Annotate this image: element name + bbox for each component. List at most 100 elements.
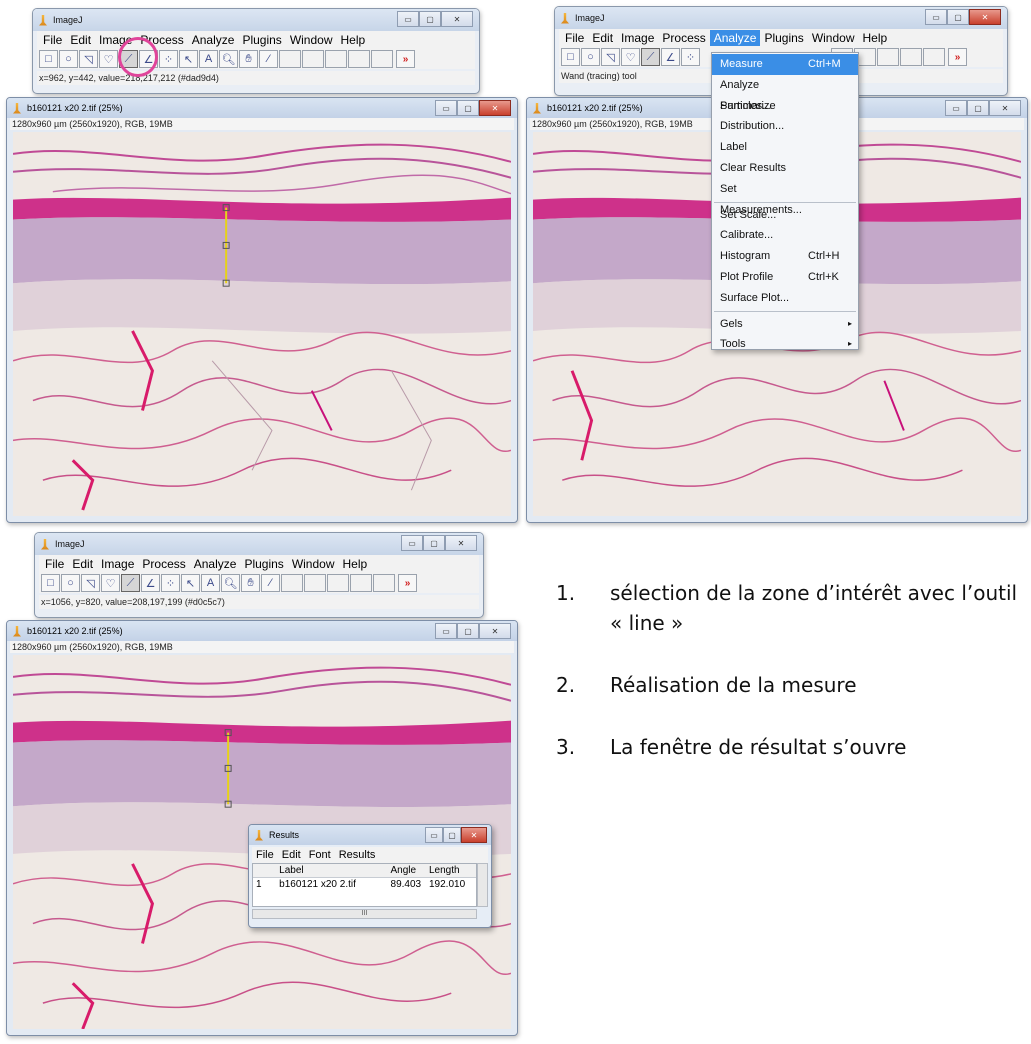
- menu-item-gels[interactable]: Gels ▸: [712, 314, 858, 335]
- menu-plugins[interactable]: Plugins: [238, 32, 285, 48]
- menu-window[interactable]: Window: [808, 30, 859, 46]
- minimize-button[interactable]: ▭: [435, 100, 457, 116]
- close-button[interactable]: ✕: [969, 9, 1001, 25]
- angle-icon[interactable]: ∠: [661, 48, 680, 66]
- close-button[interactable]: ✕: [479, 100, 511, 116]
- menu-item-surface-plot[interactable]: Surface Plot...: [712, 288, 858, 309]
- results-menu-results[interactable]: Results: [335, 847, 380, 863]
- freehand-icon[interactable]: ♡: [101, 574, 120, 592]
- results-menu-file[interactable]: File: [252, 847, 278, 863]
- menu-help[interactable]: Help: [339, 556, 372, 572]
- oval-icon[interactable]: ○: [581, 48, 600, 66]
- menu-analyze[interactable]: Analyze: [190, 556, 241, 572]
- menu-help[interactable]: Help: [337, 32, 370, 48]
- histology-image[interactable]: [13, 132, 511, 516]
- wand-icon[interactable]: ↖: [179, 50, 198, 68]
- polygon-icon[interactable]: ◹: [601, 48, 620, 66]
- minimize-button[interactable]: ▭: [435, 623, 457, 639]
- menu-item-set-measurements[interactable]: Set Measurements...: [712, 179, 858, 216]
- minimize-button[interactable]: ▭: [945, 100, 967, 116]
- hand-icon[interactable]: ✋︎: [239, 50, 258, 68]
- hand-icon[interactable]: ✋︎: [241, 574, 260, 592]
- maximize-button[interactable]: ▢: [947, 9, 969, 25]
- menu-edit[interactable]: Edit: [68, 556, 97, 572]
- polygon-icon[interactable]: ◹: [79, 50, 98, 68]
- close-button[interactable]: ✕: [441, 11, 473, 27]
- menu-help[interactable]: Help: [859, 30, 892, 46]
- menu-item-calibrate[interactable]: Calibrate...: [712, 225, 858, 246]
- menu-analyze[interactable]: Analyze: [188, 32, 239, 48]
- menu-file[interactable]: File: [561, 30, 588, 46]
- minimize-button[interactable]: ▭: [425, 827, 443, 843]
- point-icon[interactable]: ⁘: [161, 574, 180, 592]
- menu-item-set-scale[interactable]: Set Scale...: [712, 205, 858, 226]
- menu-analyze[interactable]: Analyze: [709, 30, 761, 46]
- more-tools-button[interactable]: »: [396, 50, 415, 68]
- line-selection[interactable]: [13, 132, 511, 516]
- menu-plugins[interactable]: Plugins: [240, 556, 287, 572]
- minimize-button[interactable]: ▭: [397, 11, 419, 27]
- wand-icon[interactable]: ↖: [181, 574, 200, 592]
- close-button[interactable]: ✕: [989, 100, 1021, 116]
- dropper-icon[interactable]: ⁄: [261, 574, 280, 592]
- maximize-button[interactable]: ▢: [457, 623, 479, 639]
- line-icon[interactable]: ⟋: [641, 48, 660, 66]
- close-button[interactable]: ✕: [445, 535, 477, 551]
- menu-image[interactable]: Image: [97, 556, 138, 572]
- freehand-icon[interactable]: ♡: [99, 50, 118, 68]
- rect-icon[interactable]: □: [41, 574, 60, 592]
- point-icon[interactable]: ⁘: [159, 50, 178, 68]
- menu-window[interactable]: Window: [288, 556, 339, 572]
- menu-item-label[interactable]: Label: [712, 137, 858, 158]
- text-icon[interactable]: A: [199, 50, 218, 68]
- step-number: 2.: [556, 673, 576, 697]
- results-menu-edit[interactable]: Edit: [278, 847, 305, 863]
- maximize-button[interactable]: ▢: [443, 827, 461, 843]
- menu-item-summarize[interactable]: Summarize: [712, 96, 858, 117]
- magnifier-icon[interactable]: 🔍︎: [221, 574, 240, 592]
- oval-icon[interactable]: ○: [59, 50, 78, 68]
- results-menu-font[interactable]: Font: [305, 847, 335, 863]
- menu-file[interactable]: File: [39, 32, 66, 48]
- freehand-icon[interactable]: ♡: [621, 48, 640, 66]
- horizontal-scrollbar[interactable]: III: [252, 909, 477, 919]
- menu-file[interactable]: File: [41, 556, 68, 572]
- minimize-button[interactable]: ▭: [401, 535, 423, 551]
- minimize-button[interactable]: ▭: [925, 9, 947, 25]
- menu-item-plot-profile[interactable]: Plot Profile Ctrl+K: [712, 267, 858, 288]
- menu-window[interactable]: Window: [286, 32, 337, 48]
- vertical-scrollbar[interactable]: [477, 863, 488, 907]
- text-icon[interactable]: A: [201, 574, 220, 592]
- menu-item-tools[interactable]: Tools ▸: [712, 334, 858, 355]
- menu-item-measure[interactable]: Measure Ctrl+M: [712, 54, 858, 75]
- menu-edit[interactable]: Edit: [66, 32, 95, 48]
- menu-image[interactable]: Image: [617, 30, 658, 46]
- menu-item-distribution[interactable]: Distribution...: [712, 116, 858, 137]
- menu-edit[interactable]: Edit: [588, 30, 617, 46]
- table-row[interactable]: 1 b160121 x20 2.tif 89.403 192.010: [253, 878, 476, 892]
- more-tools-button[interactable]: »: [948, 48, 967, 66]
- rect-icon[interactable]: □: [39, 50, 58, 68]
- oval-icon[interactable]: ○: [61, 574, 80, 592]
- more-tools-button[interactable]: »: [398, 574, 417, 592]
- angle-icon[interactable]: ∠: [141, 574, 160, 592]
- rect-icon[interactable]: □: [561, 48, 580, 66]
- maximize-button[interactable]: ▢: [423, 535, 445, 551]
- menu-plugins[interactable]: Plugins: [760, 30, 807, 46]
- close-button[interactable]: ✕: [461, 827, 487, 843]
- menu-item-histogram[interactable]: Histogram Ctrl+H: [712, 246, 858, 267]
- menu-process[interactable]: Process: [138, 556, 189, 572]
- point-icon[interactable]: ⁘: [681, 48, 700, 66]
- imagej-logo-icon: [533, 102, 541, 114]
- menu-process[interactable]: Process: [658, 30, 709, 46]
- dropper-icon[interactable]: ⁄: [259, 50, 278, 68]
- maximize-button[interactable]: ▢: [457, 100, 479, 116]
- line-icon[interactable]: ⟋: [121, 574, 140, 592]
- menu-item-analyze-particles[interactable]: Analyze Particles...: [712, 75, 858, 112]
- polygon-icon[interactable]: ◹: [81, 574, 100, 592]
- magnifier-icon[interactable]: 🔍︎: [219, 50, 238, 68]
- maximize-button[interactable]: ▢: [419, 11, 441, 27]
- menu-item-clear-results[interactable]: Clear Results: [712, 158, 858, 179]
- maximize-button[interactable]: ▢: [967, 100, 989, 116]
- close-button[interactable]: ✕: [479, 623, 511, 639]
